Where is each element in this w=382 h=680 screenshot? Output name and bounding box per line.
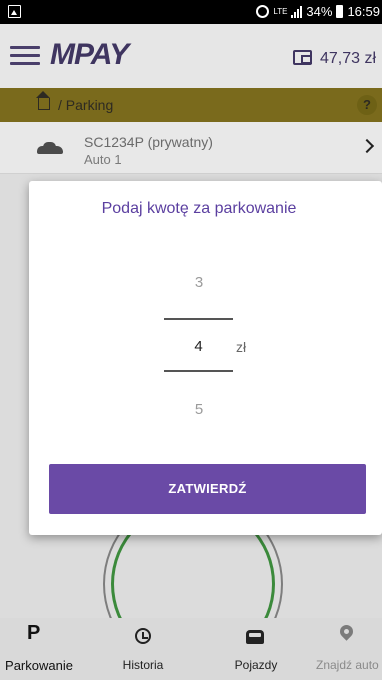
car-icon: [37, 142, 63, 154]
nav-label: Pojazdy: [234, 658, 278, 672]
history-icon: [135, 628, 151, 644]
parking-icon: P: [27, 622, 41, 644]
home-icon[interactable]: [36, 91, 50, 110]
signal-icon: [291, 5, 303, 18]
wallet-balance[interactable]: 47,73 zł: [320, 50, 376, 68]
vehicle-name: Auto 1: [84, 152, 122, 167]
picker-unit: zł: [236, 339, 247, 355]
location-pin-icon: [337, 622, 356, 641]
menu-icon[interactable]: [10, 46, 40, 66]
picker-previous-value[interactable]: 3: [29, 274, 369, 291]
status-bar: LTE 34% 16:59: [0, 0, 382, 24]
app-logo: MPAY: [50, 38, 129, 71]
vehicle-selector[interactable]: SC1234P (prywatny) Auto 1: [0, 122, 382, 174]
image-notification-icon: [8, 5, 21, 18]
bottom-navigation: P Parkowanie Historia Pojazdy Znajdź aut…: [0, 618, 382, 680]
picker-next-value[interactable]: 5: [29, 401, 369, 418]
amount-dialog: Podaj kwotę za parkowanie 3 4 zł 5 ZATWI…: [29, 181, 382, 535]
nav-item-historia[interactable]: Historia: [100, 618, 186, 680]
nav-item-znajdz-auto[interactable]: Znajdź auto: [312, 618, 382, 680]
picker-current-value[interactable]: 4: [164, 338, 233, 355]
nav-item-pojazdy[interactable]: Pojazdy: [213, 618, 299, 680]
alarm-icon: [256, 5, 270, 18]
wallet-icon[interactable]: [293, 50, 312, 65]
car-icon: [246, 630, 264, 644]
nav-item-parkowanie[interactable]: P Parkowanie: [0, 618, 78, 680]
battery-icon: [336, 5, 344, 18]
status-bar-right: LTE 34% 16:59: [256, 4, 380, 19]
confirm-button[interactable]: ZATWIERDŹ: [49, 464, 366, 514]
battery-percent: 34%: [306, 4, 333, 19]
picker-divider-top: [164, 318, 233, 320]
vehicle-plate: SC1234P (prywatny): [84, 134, 213, 150]
nav-label: Znajdź auto: [316, 658, 379, 672]
picker-divider-bottom: [164, 370, 233, 372]
breadcrumb-path: / Parking: [58, 97, 114, 113]
network-type: LTE: [273, 6, 288, 16]
clock: 16:59: [347, 4, 380, 19]
nav-label: Parkowanie: [5, 658, 73, 673]
nav-label: Historia: [122, 658, 164, 672]
chevron-right-icon[interactable]: [359, 138, 375, 154]
app-header: MPAY 47,73 zł: [0, 24, 382, 88]
dialog-title: Podaj kwotę za parkowanie: [101, 200, 297, 217]
help-button[interactable]: ?: [357, 95, 377, 115]
breadcrumb: / Parking ?: [0, 88, 382, 122]
